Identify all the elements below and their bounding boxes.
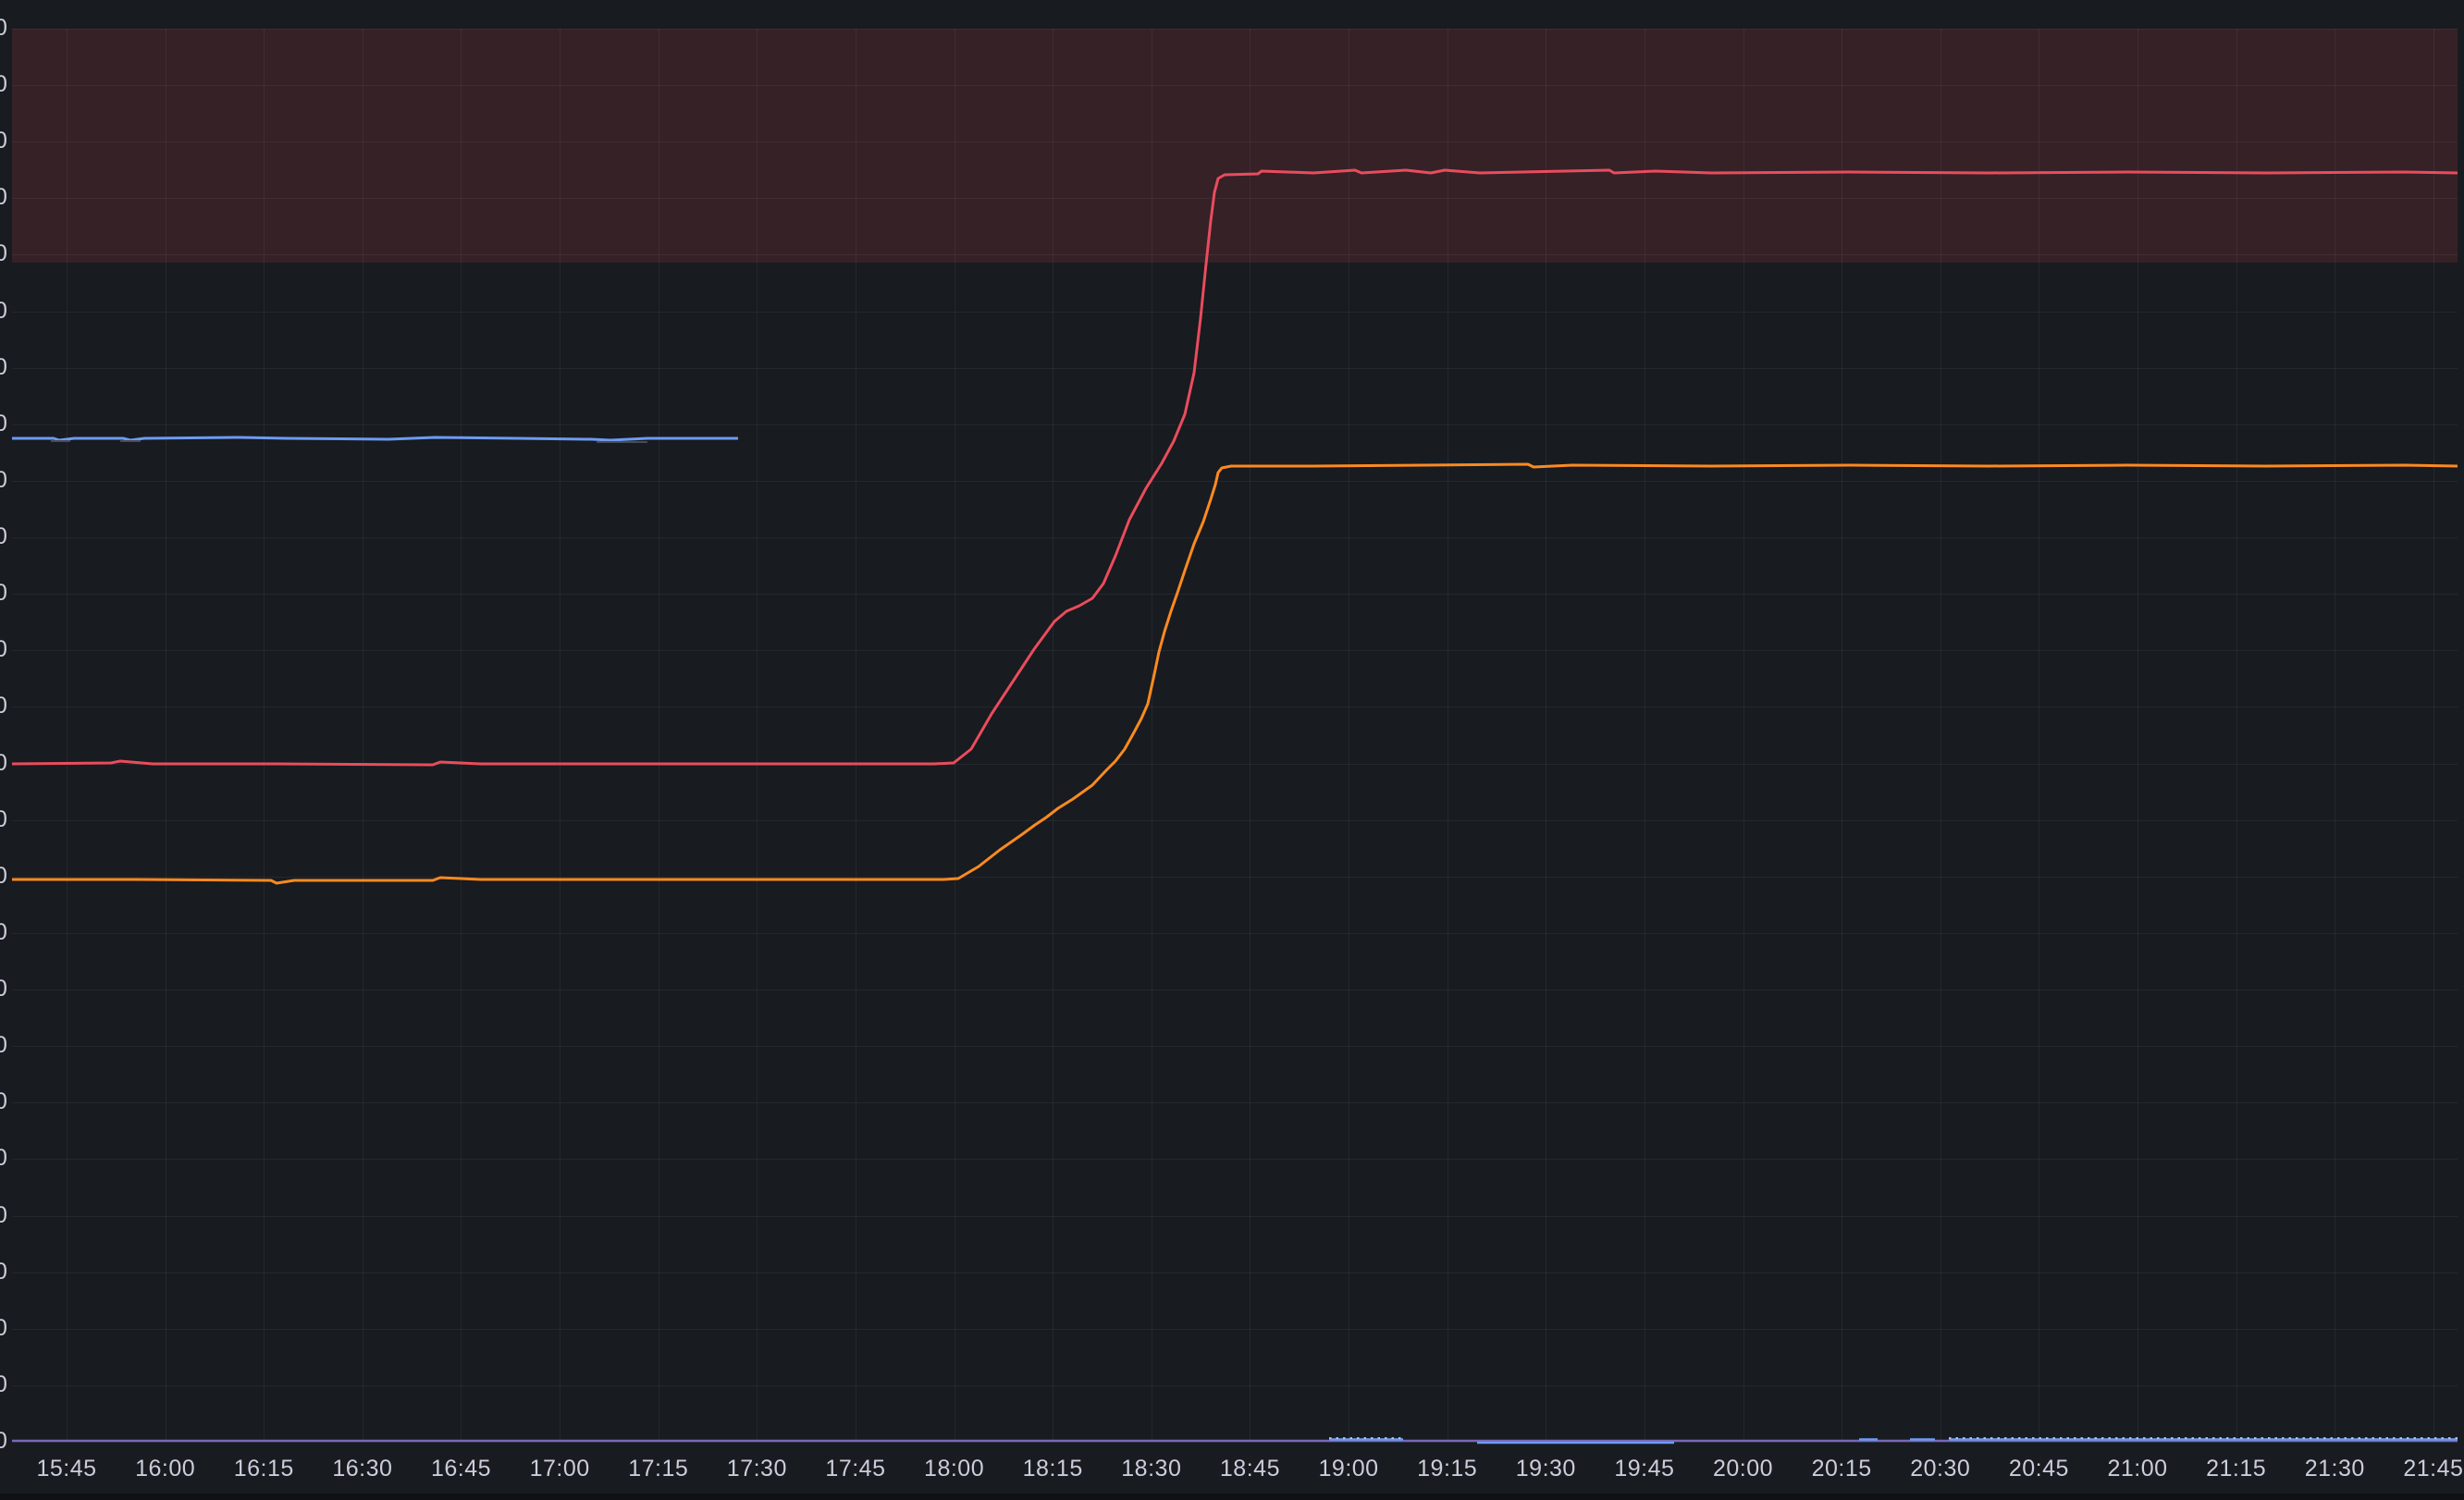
x-tick-label: 16:00 [135,1457,195,1481]
y-tick-label-clipped: 0 [0,638,7,661]
x-tick-label: 21:00 [2107,1457,2167,1481]
x-tick-label: 20:00 [1713,1457,1773,1481]
x-tick-label: 21:15 [2206,1457,2266,1481]
x-tick-label: 17:30 [727,1457,787,1481]
y-tick-label-clipped: 0 [0,73,7,96]
y-tick-label-clipped: 0 [0,525,7,548]
x-tick-label: 18:00 [924,1457,984,1481]
x-tick-label: 17:45 [825,1457,885,1481]
x-tick-label: 16:15 [234,1457,294,1481]
x-tick-label: 21:30 [2305,1457,2365,1481]
y-tick-label-clipped: 0 [0,1260,7,1284]
x-tick-label: 19:00 [1319,1457,1379,1481]
x-tick-label: 17:15 [628,1457,688,1481]
x-tick-label: 15:45 [36,1457,96,1481]
y-tick-label-clipped: 0 [0,1147,7,1170]
y-tick-label-clipped: 0 [0,412,7,436]
y-tick-label-clipped: 0 [0,752,7,775]
x-tick-label: 20:15 [1812,1457,1872,1481]
y-tick-label-clipped: 0 [0,129,7,153]
y-tick-label-clipped: 0 [0,582,7,605]
x-tick-label: 17:00 [530,1457,590,1481]
y-tick-label-clipped: 0 [0,1034,7,1057]
x-tick-label: 18:15 [1023,1457,1083,1481]
y-tick-label-clipped: 0 [0,242,7,265]
y-tick-label-clipped: 0 [0,977,7,1001]
x-tick-label: 20:45 [2009,1457,2069,1481]
bottom-edge-strip [0,1494,2464,1500]
y-tick-label-clipped: 0 [0,1317,7,1340]
x-tick-label: 19:45 [1614,1457,1674,1481]
y-tick-label-clipped: 0 [0,1090,7,1113]
x-tick-label: 21:45 [2403,1457,2463,1481]
y-tick-label-clipped: 0 [0,356,7,379]
y-tick-label-clipped: 0 [0,1373,7,1396]
grafana-time-series-panel: 15:45 16:00 16:15 16:30 16:45 17:00 17:15 17:30… [0,0,2464,1500]
x-tick-label: 16:30 [332,1457,392,1481]
x-tick-label: 20:30 [1910,1457,1970,1481]
x-tick-label: 18:30 [1121,1457,1181,1481]
y-tick-label-clipped: 0 [0,1204,7,1227]
y-tick-label-clipped: 0 [0,300,7,323]
y-tick-label-clipped: 0 [0,808,7,831]
y-tick-label-clipped: 0 [0,921,7,944]
y-tick-label-clipped: 0 [0,695,7,718]
y-gridline [12,1442,2458,1443]
x-tick-label: 19:30 [1516,1457,1576,1481]
y-tick-label-clipped: 0 [0,186,7,209]
x-tick-label: 16:45 [431,1457,491,1481]
y-tick-label-clipped: 0 [0,865,7,888]
x-tick-label: 19:15 [1417,1457,1477,1481]
y-tick-label-clipped: 0 [0,1430,7,1453]
y-tick-label-clipped: 0 [0,469,7,492]
x-tick-label: 18:45 [1220,1457,1280,1481]
plot-area[interactable] [12,29,2458,1442]
y-tick-label-clipped: 0 [0,17,7,40]
